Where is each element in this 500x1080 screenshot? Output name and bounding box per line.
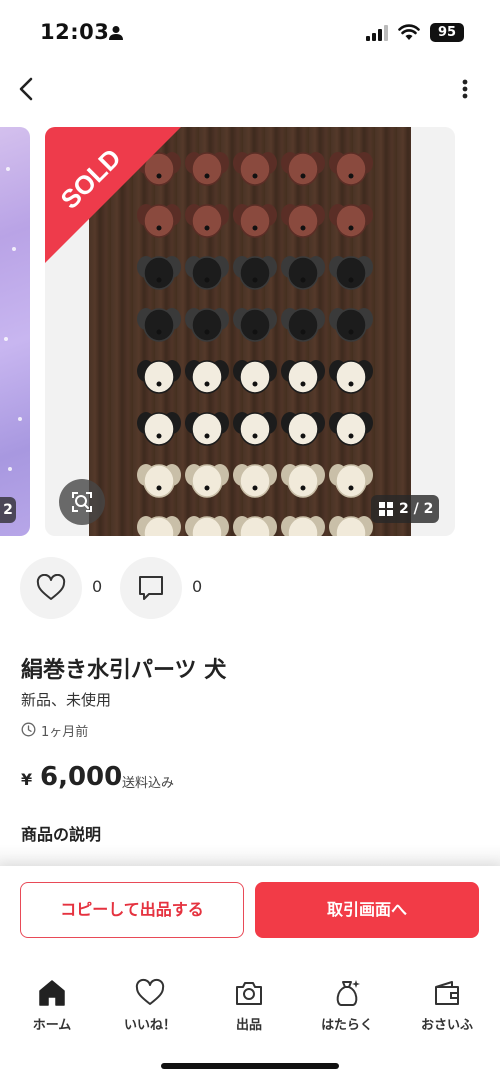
trade-screen-button[interactable]: 取引画面へ <box>255 882 479 938</box>
like-button[interactable] <box>20 557 82 619</box>
dog-charm <box>281 464 325 498</box>
more-options-icon[interactable] <box>452 74 478 104</box>
dog-charm <box>329 464 373 498</box>
dog-charm <box>281 412 325 446</box>
price-value: 6,000 <box>40 762 123 792</box>
dog-charm <box>233 204 277 238</box>
dog-charm <box>185 360 229 394</box>
tab-bar: ホーム いいね！ 出品 はたらく おさいふ <box>0 956 500 1080</box>
price-currency: ¥ <box>21 770 33 789</box>
dog-charm <box>233 256 277 290</box>
dog-charm <box>233 152 277 186</box>
tab-home[interactable]: ホーム <box>12 978 92 1038</box>
posted-time: 1ヶ月前 <box>41 725 89 740</box>
dog-charm <box>329 308 373 342</box>
dog-charm <box>281 204 325 238</box>
home-indicator <box>161 1063 339 1069</box>
dog-charm <box>233 516 277 536</box>
dog-charm <box>137 360 181 394</box>
scan-icon <box>72 492 92 512</box>
dog-charm <box>329 412 373 446</box>
wifi-icon <box>398 24 420 40</box>
dog-charm <box>281 308 325 342</box>
dog-charm <box>137 464 181 498</box>
tab-label-sell: 出品 <box>235 1018 262 1033</box>
heart-icon <box>36 574 66 600</box>
previous-image-counter: 2 <box>0 497 16 523</box>
dog-charm <box>185 516 229 536</box>
comment-icon <box>139 576 163 600</box>
dog-charm <box>329 256 373 290</box>
tab-label-likes: いいね！ <box>123 1018 176 1033</box>
tab-label-work: はたらく <box>321 1018 373 1033</box>
tab-label-wallet: おさいふ <box>420 1018 473 1033</box>
dog-charm <box>137 516 181 536</box>
clock-icon <box>21 722 36 737</box>
status-bar: 12:03 95 <box>0 0 500 64</box>
dog-charm <box>281 152 325 186</box>
tab-likes[interactable]: いいね！ <box>110 978 190 1038</box>
action-bar: コピーして出品する 取引画面へ <box>0 866 500 956</box>
dog-charm <box>329 360 373 394</box>
tab-label-home: ホーム <box>32 1018 72 1033</box>
nav-bar <box>0 66 500 112</box>
grid-icon <box>379 502 393 516</box>
person-icon <box>109 26 123 40</box>
image-search-button[interactable] <box>59 479 105 525</box>
dog-charm <box>233 464 277 498</box>
tab-work[interactable]: はたらく <box>307 978 387 1038</box>
tab-sell[interactable]: 出品 <box>209 978 289 1038</box>
dog-charm <box>281 360 325 394</box>
dog-charm <box>281 256 325 290</box>
product-image[interactable]: SOLD 2 / 2 <box>45 127 455 536</box>
dog-charm <box>329 204 373 238</box>
heart-icon <box>135 978 165 1005</box>
tab-wallet[interactable]: おさいふ <box>407 978 487 1038</box>
image-carousel[interactable]: 2 SOLD 2 / 2 <box>0 127 500 537</box>
image-counter-label: 2 / 2 <box>399 501 434 517</box>
status-time: 12:03 <box>40 20 110 44</box>
description-heading: 商品の説明 <box>21 825 102 844</box>
dog-charm <box>281 516 325 536</box>
dog-charm <box>329 516 373 536</box>
sold-ribbon: SOLD <box>45 127 181 263</box>
home-icon <box>39 980 65 1006</box>
dog-charm <box>185 464 229 498</box>
copy-listing-button[interactable]: コピーして出品する <box>20 882 244 938</box>
dog-charm <box>233 360 277 394</box>
dog-charm <box>137 308 181 342</box>
dog-charm <box>233 412 277 446</box>
dog-charm <box>329 152 373 186</box>
shipping-note: 送料込み <box>122 776 175 791</box>
product-condition: 新品、未使用 <box>21 691 112 709</box>
comment-button[interactable] <box>120 557 182 619</box>
signal-icon <box>366 25 388 41</box>
comment-count: 0 <box>192 577 203 596</box>
image-counter: 2 / 2 <box>371 495 439 523</box>
product-title: 絹巻き水引パーツ 犬 <box>21 658 227 683</box>
dog-charm <box>137 412 181 446</box>
wallet-icon <box>435 981 459 1005</box>
money-bag-icon <box>336 980 360 1006</box>
dog-charm <box>185 412 229 446</box>
battery-indicator: 95 <box>430 23 464 42</box>
dog-charm <box>233 308 277 342</box>
like-count: 0 <box>92 577 103 596</box>
previous-image[interactable]: 2 <box>0 127 30 536</box>
dog-charm <box>185 308 229 342</box>
camera-icon <box>236 982 262 1005</box>
back-arrow-icon[interactable] <box>12 72 42 106</box>
